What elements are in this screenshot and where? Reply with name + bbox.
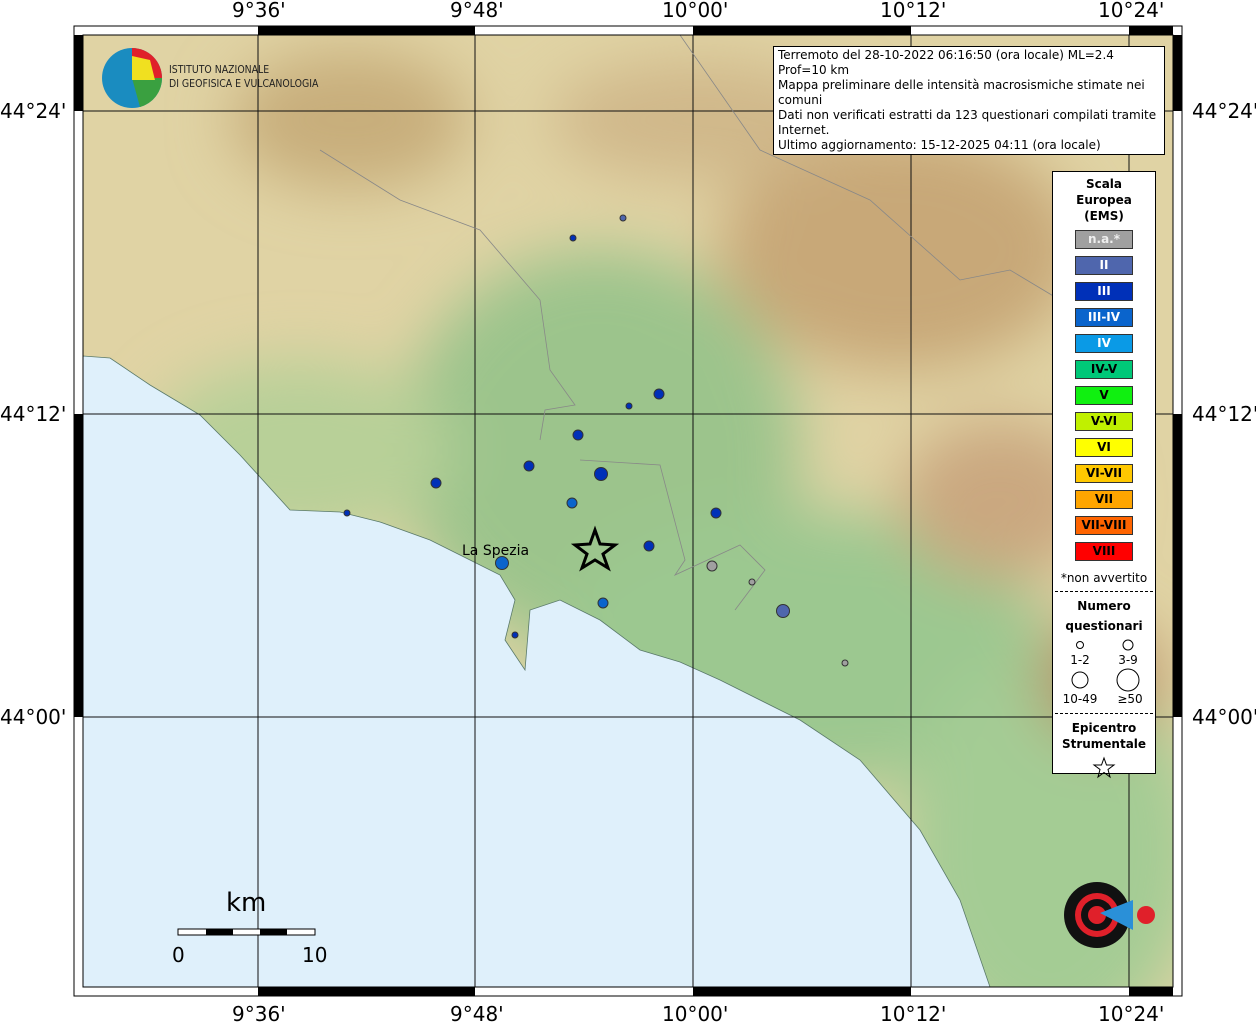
count-class: ≥50 bbox=[1117, 692, 1142, 704]
logo-line: ISTITUTO NAZIONALE bbox=[169, 63, 270, 76]
scale-max: 10 bbox=[302, 943, 328, 967]
scale-swatch: II bbox=[1075, 256, 1133, 275]
info-line: Ultimo aggiornamento: 15-12-2025 04:11 (… bbox=[778, 138, 1101, 152]
intensity-point[interactable] bbox=[643, 540, 655, 552]
scale-swatch: n.a.* bbox=[1075, 230, 1133, 249]
t: Europea bbox=[1076, 193, 1132, 207]
event-info-box: Terremoto del 28-10-2022 06:16:50 (ora l… bbox=[773, 46, 1165, 155]
scale-swatch: V bbox=[1075, 386, 1133, 405]
lat-label-left: 44°12' bbox=[0, 402, 67, 426]
scale-swatch: VII bbox=[1075, 490, 1133, 509]
logo-line: DI GEOFISICA E VULCANOLOGIA bbox=[169, 77, 319, 90]
t: questionari bbox=[1065, 619, 1143, 633]
lat-label-right: 44°12' bbox=[1192, 402, 1256, 426]
count-symbols: 1-2 3-9 10-49 ≥50 bbox=[1063, 639, 1143, 706]
scale-swatch: VIII bbox=[1075, 542, 1133, 561]
intensity-point[interactable] bbox=[430, 477, 442, 489]
scale-swatch: III bbox=[1075, 282, 1133, 301]
intensity-point[interactable] bbox=[625, 402, 633, 410]
lon-label-bottom: 9°48' bbox=[450, 1002, 504, 1026]
scale-swatch: VI bbox=[1075, 438, 1133, 457]
lon-label-top: 9°36' bbox=[232, 0, 286, 22]
t: Numero bbox=[1077, 599, 1131, 613]
scale-min: 0 bbox=[172, 943, 185, 967]
lon-label-bottom: 10°12' bbox=[880, 1002, 947, 1026]
intensity-point[interactable] bbox=[343, 509, 351, 517]
scale-swatch: V-VI bbox=[1075, 412, 1133, 431]
intensity-point[interactable] bbox=[594, 467, 608, 481]
intensity-point[interactable] bbox=[776, 604, 790, 618]
lat-label-right: 44°00' bbox=[1192, 705, 1256, 729]
t: Scala bbox=[1085, 177, 1123, 191]
lon-label-top: 10°24' bbox=[1098, 0, 1165, 22]
intensity-point[interactable] bbox=[566, 497, 578, 509]
t: Strumentale bbox=[1061, 737, 1147, 751]
intensity-point[interactable] bbox=[572, 429, 584, 441]
scale-unit: km bbox=[226, 888, 267, 918]
intensity-point[interactable] bbox=[710, 507, 722, 519]
t: (EMS) bbox=[1084, 209, 1124, 223]
city-label: La Spezia bbox=[462, 543, 530, 559]
scale-swatch: VII-VIII bbox=[1075, 516, 1133, 535]
info-line: Terremoto del 28-10-2022 06:16:50 (ora l… bbox=[778, 48, 1114, 77]
legend-note: *non avvertito bbox=[1060, 571, 1148, 585]
intensity-point[interactable] bbox=[597, 597, 609, 609]
ingv-logo-globe bbox=[102, 48, 163, 108]
lat-label-right: 44°24' bbox=[1192, 99, 1256, 123]
lon-label-bottom: 9°36' bbox=[232, 1002, 286, 1026]
count-class: 1-2 bbox=[1070, 653, 1090, 667]
legend: Scala Europea (EMS) n.a.* II III III-IV IV IV-V… bbox=[1052, 171, 1156, 779]
ingv-logo-text: ISTITUTO NAZIONALE DI GEOFISICA E VULCANO… bbox=[169, 63, 318, 91]
info-line: Dati non verificati estratti da 123 ques… bbox=[778, 108, 1157, 137]
intensity-point[interactable] bbox=[841, 659, 849, 667]
intensity-point[interactable] bbox=[748, 578, 756, 586]
scale-swatch: III-IV bbox=[1075, 308, 1133, 327]
legend-title: Scala Europea (EMS) bbox=[1053, 176, 1155, 224]
count-title: Numero questionari bbox=[1053, 598, 1155, 634]
scale-swatch: IV-V bbox=[1075, 360, 1133, 379]
lon-label-top: 10°12' bbox=[880, 0, 947, 22]
intensity-point[interactable] bbox=[653, 388, 665, 400]
intensity-point[interactable] bbox=[619, 214, 627, 222]
intensity-point[interactable] bbox=[569, 234, 577, 242]
intensity-point[interactable] bbox=[523, 460, 535, 472]
scale-bar bbox=[177, 928, 316, 936]
intensity-scale: n.a.* II III III-IV IV IV-V V V-VI VI VI-VII VII VI… bbox=[1053, 230, 1155, 561]
info-line: Mappa preliminare delle intensità macros… bbox=[778, 78, 1145, 107]
lon-label-top: 10°00' bbox=[662, 0, 729, 22]
lat-label-left: 44°24' bbox=[0, 99, 67, 123]
star-icon bbox=[1092, 756, 1116, 779]
lon-label-bottom: 10°24' bbox=[1098, 1002, 1165, 1026]
epicenter-title: Epicentro Strumentale bbox=[1053, 720, 1155, 752]
count-class: 10-49 bbox=[1063, 692, 1098, 704]
intensity-point[interactable] bbox=[511, 631, 519, 639]
scale-swatch: VI-VII bbox=[1075, 464, 1133, 483]
intensity-point[interactable] bbox=[706, 560, 718, 572]
lon-label-bottom: 10°00' bbox=[662, 1002, 729, 1026]
t: Epicentro bbox=[1071, 721, 1137, 735]
scale-swatch: IV bbox=[1075, 334, 1133, 353]
lat-label-left: 44°00' bbox=[0, 705, 67, 729]
count-class: 3-9 bbox=[1118, 653, 1138, 667]
lon-label-top: 9°48' bbox=[450, 0, 504, 22]
